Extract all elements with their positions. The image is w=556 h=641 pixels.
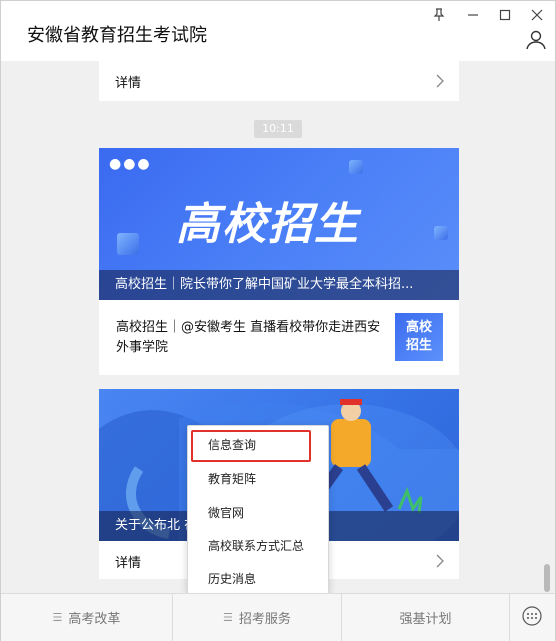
user-icon[interactable] — [525, 29, 547, 51]
menu-item-history[interactable]: 历史消息 — [208, 570, 256, 587]
detail-label: 详情 — [115, 555, 142, 571]
minimize-icon[interactable] — [463, 5, 483, 25]
tab-admission-service[interactable]: ☰ 招考服务 — [173, 594, 341, 641]
detail-row[interactable]: 详情 — [99, 61, 459, 101]
timestamp: 10:11 — [254, 120, 302, 138]
sub-article[interactable]: 高校招生｜@安徽考生 直播看校带你走进西安外事学院 高校 招生 — [99, 300, 459, 375]
close-icon[interactable] — [527, 5, 547, 25]
thumb-line-1: 高校 — [405, 320, 432, 335]
keyboard-icon[interactable] — [521, 605, 543, 627]
detail-label: 详情 — [115, 75, 142, 91]
window-title: 安徽省教育招生考试院 — [27, 25, 207, 46]
scrollbar-thumb[interactable] — [544, 564, 550, 592]
tab-label: 强基计划 — [399, 612, 452, 627]
cube-decoration — [434, 226, 448, 240]
banner-image[interactable]: ●●● 高校招生 高校招生｜院长带你了解中国矿业大学最全本科招... — [99, 148, 459, 300]
tab-gaokao-reform[interactable]: ☰ 高考改革 — [1, 594, 172, 641]
menu-item-info-query[interactable]: 信息查询 — [208, 436, 256, 453]
sub-article-title: 高校招生｜@安徽考生 直播看校带你走进西安外事学院 — [116, 320, 381, 355]
article-card-1[interactable]: 详情 — [99, 61, 459, 101]
chevron-right-icon — [436, 74, 444, 88]
tab-label: 高考改革 — [68, 612, 121, 627]
menu-item-micro-site[interactable]: 微官网 — [208, 504, 244, 521]
app-window: 安徽省教育招生考试院 详情 10:11 ●●● 高校招生 高校招生｜院长带你了解… — [0, 0, 556, 641]
thumb-line-2: 招生 — [405, 338, 432, 353]
cube-decoration — [349, 160, 363, 174]
tab-label: 招考服务 — [238, 612, 291, 627]
maximize-icon[interactable] — [495, 5, 515, 25]
dots-decoration: ●●● — [109, 156, 152, 172]
menu-icon: ☰ — [223, 611, 233, 624]
article-card-2[interactable]: ●●● 高校招生 高校招生｜院长带你了解中国矿业大学最全本科招... 高校招生｜… — [99, 148, 459, 375]
popup-menu: 信息查询 教育矩阵 微官网 高校联系方式汇总 历史消息 — [187, 425, 329, 594]
banner-heading: 高校招生 — [176, 199, 360, 250]
menu-item-university-contacts[interactable]: 高校联系方式汇总 — [208, 537, 304, 554]
cube-decoration — [117, 233, 139, 255]
menu-item-education-matrix[interactable]: 教育矩阵 — [208, 470, 256, 487]
banner-caption[interactable]: 高校招生｜院长带你了解中国矿业大学最全本科招... — [99, 270, 459, 300]
chevron-right-icon — [436, 554, 444, 568]
bottom-menu-bar: ☰ 高考改革 ☰ 招考服务 强基计划 — [1, 593, 555, 641]
tab-strong-foundation[interactable]: 强基计划 — [342, 594, 509, 641]
menu-icon: ☰ — [52, 611, 63, 624]
sub-article-thumbnail: 高校 招生 — [395, 313, 443, 361]
pin-icon[interactable] — [429, 5, 449, 25]
tab-divider — [509, 594, 510, 641]
title-bar: 安徽省教育招生考试院 — [1, 1, 555, 61]
